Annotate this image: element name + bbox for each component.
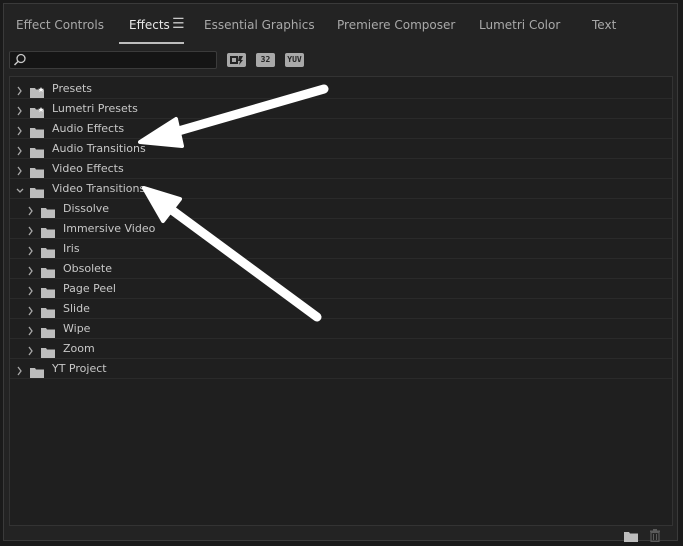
tab-premiere-composer[interactable]: Premiere Composer — [337, 18, 455, 32]
chevron-right-icon[interactable] — [15, 82, 25, 96]
chevron-right-icon[interactable] — [26, 242, 36, 256]
tree-row-label: YT Project — [52, 362, 107, 375]
tree-row-label: Iris — [63, 242, 80, 255]
tree-row[interactable]: Immersive Video — [10, 219, 672, 239]
chevron-right-icon[interactable] — [15, 162, 25, 176]
folder-icon — [41, 283, 55, 298]
yuv-effects-icon[interactable]: YUV — [285, 53, 304, 67]
chevron-right-icon[interactable] — [15, 102, 25, 116]
panel-menu-icon[interactable]: ☰ — [172, 16, 185, 32]
tree-row-label: Wipe — [63, 322, 91, 335]
tab-text[interactable]: Text — [592, 18, 616, 32]
chevron-right-icon[interactable] — [15, 122, 25, 136]
tree-row[interactable]: Lumetri Presets — [10, 99, 672, 119]
tab-lumetri-color[interactable]: Lumetri Color — [479, 18, 560, 32]
folder-icon — [41, 343, 55, 358]
folder-icon — [30, 363, 44, 378]
tree-row[interactable]: Page Peel — [10, 279, 672, 299]
tree-row-label: Slide — [63, 302, 90, 315]
panel-tab-bar: Effect Controls Effects ☰ Essential Grap… — [4, 4, 677, 44]
tab-effects[interactable]: Effects — [129, 18, 170, 32]
new-bin-icon[interactable] — [624, 527, 638, 546]
folder-icon — [41, 203, 55, 218]
chevron-down-icon[interactable] — [15, 182, 25, 194]
tree-row[interactable]: Dissolve — [10, 199, 672, 219]
tree-row[interactable]: Audio Transitions — [10, 139, 672, 159]
tab-essential-graphics[interactable]: Essential Graphics — [204, 18, 315, 32]
chevron-right-icon[interactable] — [26, 202, 36, 216]
folder-icon — [30, 123, 44, 138]
folder-icon — [30, 183, 44, 198]
tree-row[interactable]: Presets — [10, 79, 672, 99]
tab-effect-controls[interactable]: Effect Controls — [16, 18, 104, 32]
chevron-right-icon[interactable] — [26, 302, 36, 316]
tree-row[interactable]: YT Project — [10, 359, 672, 379]
folder-icon — [41, 303, 55, 318]
accelerated-effects-icon[interactable] — [227, 53, 246, 67]
chevron-right-icon[interactable] — [26, 222, 36, 236]
preset-folder-icon — [30, 103, 44, 118]
tree-row-label: Presets — [52, 82, 93, 95]
chevron-right-icon[interactable] — [15, 362, 25, 376]
tree-row-label: Dissolve — [63, 202, 110, 215]
chevron-right-icon[interactable] — [26, 262, 36, 276]
active-tab-indicator — [119, 42, 184, 44]
tree-row-label: Page Peel — [63, 282, 116, 295]
tree-row-label: Video Effects — [52, 162, 124, 175]
chevron-right-icon[interactable] — [26, 322, 36, 336]
folder-icon — [41, 223, 55, 238]
tree-row[interactable]: Wipe — [10, 319, 672, 339]
chevron-right-icon[interactable] — [15, 142, 25, 156]
trash-icon[interactable] — [649, 527, 661, 546]
tree-row-label: Obsolete — [63, 262, 113, 275]
chevron-right-icon[interactable] — [26, 282, 36, 296]
folder-icon — [41, 323, 55, 338]
tree-row-label: Immersive Video — [63, 222, 156, 235]
chevron-right-icon[interactable] — [26, 342, 36, 356]
tree-row-label: Video Transitions — [52, 182, 146, 195]
preset-folder-icon — [30, 83, 44, 98]
effects-panel: Effect Controls Effects ☰ Essential Grap… — [3, 3, 678, 543]
folder-icon — [30, 143, 44, 158]
tree-row-label: Audio Effects — [52, 122, 125, 135]
tree-row[interactable]: Iris — [10, 239, 672, 259]
search-icon — [13, 53, 26, 66]
tree-row[interactable]: Slide — [10, 299, 672, 319]
tree-row[interactable]: Audio Effects — [10, 119, 672, 139]
tree-row[interactable]: Zoom — [10, 339, 672, 359]
search-input[interactable] — [9, 51, 217, 69]
tree-row-label: Zoom — [63, 342, 95, 355]
effects-tree: Presets Lumetri Presets Audio Effects Audio… — [9, 76, 673, 526]
folder-icon — [41, 243, 55, 258]
tree-row-label: Audio Transitions — [52, 142, 146, 155]
32-bit-color-icon[interactable]: 32 — [256, 53, 275, 67]
folder-icon — [30, 163, 44, 178]
tree-row-label: Lumetri Presets — [52, 102, 138, 115]
tree-row[interactable]: Video Transitions — [10, 179, 672, 199]
tree-row[interactable]: Video Effects — [10, 159, 672, 179]
tree-row[interactable]: Obsolete — [10, 259, 672, 279]
folder-icon — [41, 263, 55, 278]
